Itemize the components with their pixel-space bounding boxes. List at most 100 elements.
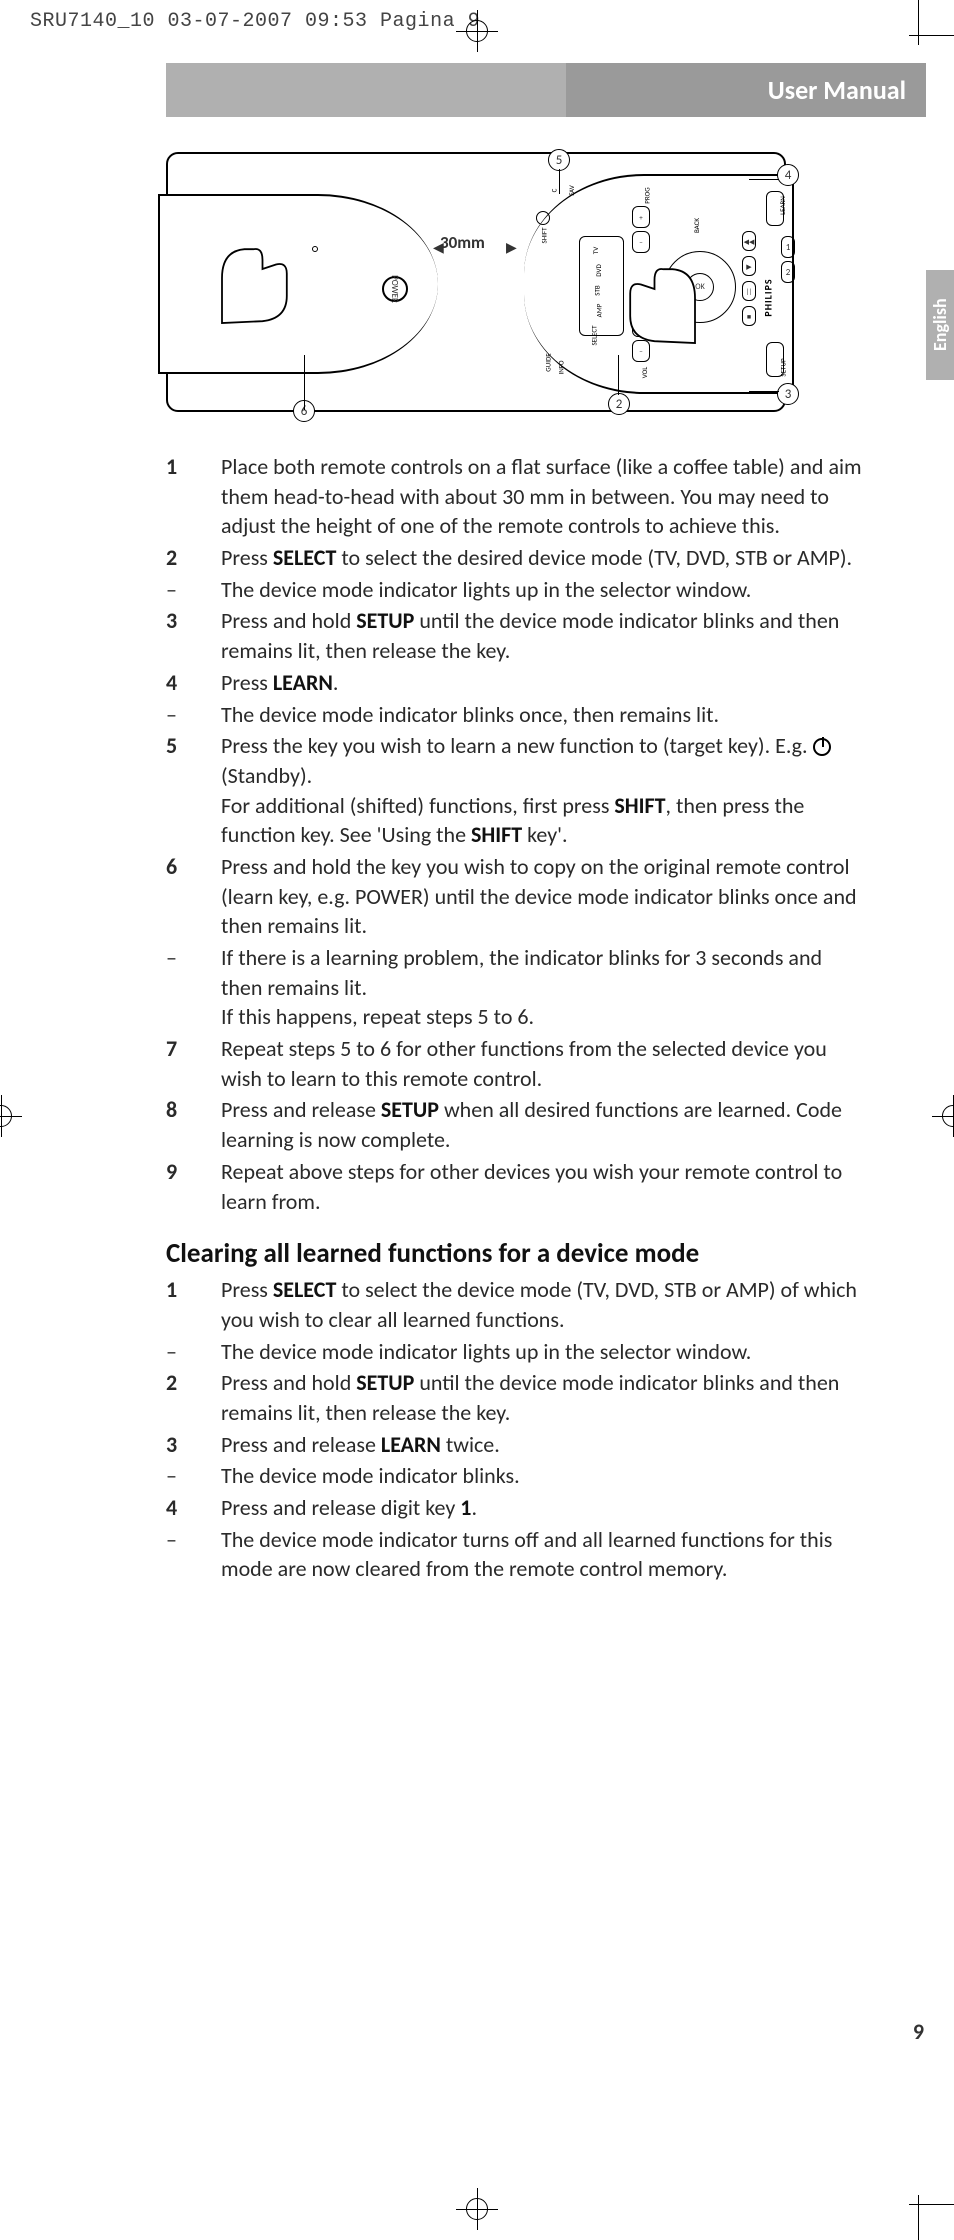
crop-line	[918, 0, 919, 45]
step-dash: –	[166, 1525, 221, 1584]
registration-mark-top	[456, 10, 498, 52]
standby-icon	[536, 211, 550, 225]
step-item: 2Press and hold SETUP until the device m…	[166, 1368, 866, 1427]
rew-icon: ◀◀	[742, 231, 756, 251]
step-item: 1Press SELECT to select the device mode …	[166, 1275, 866, 1334]
step-item: 8Press and release SETUP when all desire…	[166, 1095, 866, 1154]
stop-icon: ■	[742, 306, 756, 326]
prog-plus: +	[632, 206, 650, 228]
step-number: 7	[166, 1034, 221, 1093]
standby-icon	[813, 738, 831, 756]
step-item: –The device mode indicator blinks once, …	[166, 700, 866, 730]
step-text: Press and hold SETUP until the device mo…	[221, 606, 866, 665]
step-text: Press and hold SETUP until the device mo…	[221, 1368, 866, 1427]
figure-remotes: POWER ◀ 30mm ▶ SHIFT C FAV GUIDE INFO TV	[166, 152, 786, 412]
step-dash: –	[166, 1461, 221, 1491]
step-text: The device mode indicator turns off and …	[221, 1525, 866, 1584]
registration-mark-left	[0, 1095, 22, 1137]
stb-label: STB	[593, 285, 602, 295]
crop-line	[918, 2195, 919, 2240]
step-item: –The device mode indicator blinks.	[166, 1461, 866, 1491]
prog-label: PROG	[643, 187, 652, 203]
distance-label: 30mm	[440, 232, 485, 253]
step-text: The device mode indicator lights up in t…	[221, 575, 866, 605]
callout-3: 3	[777, 383, 799, 405]
back-label: BACK	[692, 218, 701, 233]
step-number: 4	[166, 1493, 221, 1523]
step-dash: –	[166, 700, 221, 730]
header-bar-inner: User Manual	[566, 63, 926, 117]
step-text: The device mode indicator lights up in t…	[221, 1337, 866, 1367]
crop-line	[909, 35, 954, 36]
step-text: Press SELECT to select the desired devic…	[221, 543, 866, 573]
step-number: 8	[166, 1095, 221, 1154]
vol-label: VOL	[640, 367, 649, 378]
arrow-right-icon: ▶	[506, 239, 517, 256]
crop-line	[909, 2204, 954, 2205]
step-item: 7Repeat steps 5 to 6 for other functions…	[166, 1034, 866, 1093]
step-item: 5Press the key you wish to learn a new f…	[166, 731, 866, 850]
play-icon: ▶	[742, 256, 756, 276]
step-item: 4Press LEARN.	[166, 668, 866, 698]
step-number: 3	[166, 606, 221, 665]
leader-line	[304, 355, 305, 410]
step-number: 9	[166, 1157, 221, 1216]
content-body: 1Place both remote controls on a flat su…	[166, 452, 866, 1584]
step-number: 5	[166, 731, 221, 850]
step-number: 1	[166, 452, 221, 541]
registration-mark-right	[932, 1095, 954, 1137]
step-text: The device mode indicator blinks once, t…	[221, 700, 866, 730]
callout-4: 4	[777, 164, 799, 186]
step-item: 3Press and hold SETUP until the device m…	[166, 606, 866, 665]
hand-right-icon	[614, 234, 704, 344]
digit-2: 2	[781, 261, 795, 283]
language-tab: English	[926, 270, 954, 380]
step-text: The device mode indicator blinks.	[221, 1461, 866, 1491]
callout-2: 2	[608, 393, 630, 415]
hand-left-icon	[213, 214, 303, 324]
step-text: Repeat steps 5 to 6 for other functions …	[221, 1034, 866, 1093]
leader-line	[559, 169, 560, 194]
step-text: Press the key you wish to learn a new fu…	[221, 731, 866, 850]
step-number: 2	[166, 543, 221, 573]
brand-label: PHILIPS	[761, 278, 774, 316]
tv-label: TV	[591, 247, 600, 254]
step-item: 6Press and hold the key you wish to copy…	[166, 852, 866, 941]
step-item: 1Place both remote controls on a flat su…	[166, 452, 866, 541]
learn-label: LEARN	[778, 196, 787, 215]
shift-label: SHIFT	[539, 228, 548, 244]
step-number: 1	[166, 1275, 221, 1334]
step-text: Press and hold the key you wish to copy …	[221, 852, 866, 941]
step-text: Press and release SETUP when all desired…	[221, 1095, 866, 1154]
digit-1: 1	[781, 236, 795, 258]
step-item: –The device mode indicator lights up in …	[166, 1337, 866, 1367]
step-text: If there is a learning problem, the indi…	[221, 943, 866, 1032]
step-text: Repeat above steps for other devices you…	[221, 1157, 866, 1216]
step-text: Press SELECT to select the device mode (…	[221, 1275, 866, 1334]
leader-line	[749, 391, 779, 392]
guide-label: GUIDE	[544, 353, 553, 371]
amp-label: AMP	[594, 304, 603, 318]
leader-line	[618, 355, 619, 395]
step-item: –The device mode indicator turns off and…	[166, 1525, 866, 1584]
page-number: 9	[913, 2018, 924, 2045]
setup-label: SETUP	[778, 358, 787, 376]
step-item: –If there is a learning problem, the ind…	[166, 943, 866, 1032]
fav-label: FAV	[567, 185, 576, 196]
power-button-icon: POWER	[382, 276, 408, 302]
pause-icon: ||	[742, 281, 756, 301]
step-dash: –	[166, 575, 221, 605]
step-item: –The device mode indicator lights up in …	[166, 575, 866, 605]
steps-list-2: 1Press SELECT to select the device mode …	[166, 1275, 866, 1584]
header-title: User Manual	[768, 74, 906, 106]
step-text: Press and release LEARN twice.	[221, 1430, 866, 1460]
step-number: 4	[166, 668, 221, 698]
step-item: 4Press and release digit key 1.	[166, 1493, 866, 1523]
step-text: Press and release digit key 1.	[221, 1493, 866, 1523]
step-dash: –	[166, 1337, 221, 1367]
c-label: C	[549, 189, 558, 193]
info-label: INFO	[557, 360, 566, 374]
step-item: 2Press SELECT to select the desired devi…	[166, 543, 866, 573]
step-number: 6	[166, 852, 221, 941]
step-number: 2	[166, 1368, 221, 1427]
